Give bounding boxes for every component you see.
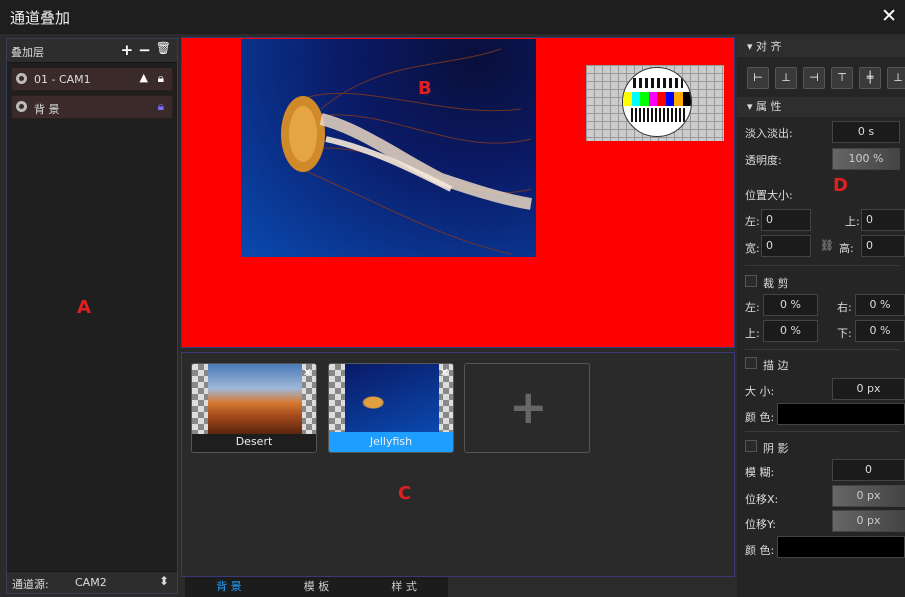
media-caption: Desert [235, 435, 273, 448]
tab-background[interactable]: 背 景 [185, 577, 273, 597]
height-label: 高: [839, 242, 854, 255]
top-label: 上: [845, 215, 860, 228]
layer-label: 01 - CAM1 [34, 73, 91, 86]
blur-label: 模 糊: [745, 466, 775, 479]
tab-template[interactable]: 模 板 [273, 577, 361, 597]
align-bottom-icon[interactable]: ⊥ [887, 67, 905, 89]
width-label: 宽: [745, 242, 760, 255]
offset-y-slider[interactable]: 0 px [832, 510, 905, 532]
align-left-icon[interactable]: ⊢ [747, 67, 769, 89]
fade-input[interactable]: 0 s [832, 121, 900, 143]
offset-x-slider[interactable]: 0 px [832, 485, 905, 507]
crop-label: 裁 剪 [763, 277, 789, 290]
media-item-desert[interactable]: ✕ Desert [191, 363, 317, 453]
stroke-size-input[interactable]: 0 px [832, 378, 905, 400]
media-panel: ✕ Desert ✕ Jellyfish + C [181, 352, 735, 577]
jellyfish-image [241, 39, 536, 257]
close-icon[interactable]: ✕ [881, 5, 897, 27]
close-icon[interactable]: ✕ [440, 366, 449, 379]
layer-item-cam1[interactable]: 01 - CAM1 ▲ 🔒︎ [11, 67, 173, 91]
bottom-tabs: 背 景 模 板 样 式 [185, 577, 448, 597]
channel-source-value[interactable]: CAM2 [75, 576, 107, 589]
annotation-label: C [398, 483, 412, 504]
tab-style[interactable]: 样 式 [360, 577, 448, 597]
add-media-button[interactable]: + [464, 363, 590, 453]
channel-source-bar[interactable]: 通道源: CAM2 ⬍ [7, 571, 177, 593]
shadow-checkbox[interactable] [745, 440, 757, 452]
layers-header: 叠加层 + − 🗑 [7, 39, 177, 63]
align-center-v-icon[interactable]: ╪ [859, 67, 881, 89]
align-top-icon[interactable]: ⊤ [831, 67, 853, 89]
attr-section-header[interactable]: ▾ 属 性 [737, 97, 905, 117]
layers-panel: 叠加层 + − 🗑 01 - CAM1 ▲ 🔒︎ 背 景 🔒︎ A 通道源: C… [6, 38, 178, 594]
crop-left-input[interactable]: 0 % [763, 294, 818, 316]
eye-icon[interactable] [16, 101, 27, 112]
lock-icon[interactable]: 🔒︎ [158, 71, 164, 86]
close-icon[interactable]: ✕ [303, 366, 312, 379]
properties-panel: ▾ 对 齐 ⊢ ⊥ ⊣ ⊤ ╪ ⊥ ▾ 属 性 淡入淡出: 0 s 透明度: 1… [737, 37, 905, 597]
align-right-icon[interactable]: ⊣ [803, 67, 825, 89]
shadow-label: 阴 影 [763, 442, 789, 455]
jellyfish-thumbnail [345, 364, 439, 434]
stroke-size-label: 大 小: [745, 385, 775, 398]
blur-input[interactable]: 0 [832, 459, 905, 481]
preview-canvas[interactable]: B [181, 37, 735, 348]
shadow-color-label: 颜 色: [745, 544, 775, 557]
align-center-h-icon[interactable]: ⊥ [775, 67, 797, 89]
layer-label: 背 景 [34, 103, 60, 116]
spinner-icon[interactable]: ⬍ [159, 574, 169, 588]
offset-x-label: 位移X: [745, 493, 779, 506]
title-bar: 通道叠加 ✕ [0, 0, 905, 34]
top-input[interactable]: 0 [861, 209, 905, 231]
left-input[interactable]: 0 [761, 209, 811, 231]
offset-y-label: 位移Y: [745, 518, 776, 531]
test-card-overlay[interactable] [586, 65, 724, 141]
annotation-label: D [833, 175, 848, 196]
stroke-color-picker[interactable] [777, 403, 905, 425]
lock-icon[interactable]: 🔒︎ [158, 99, 164, 114]
width-input[interactable]: 0 [761, 235, 811, 257]
move-up-icon[interactable]: ▲ [140, 71, 148, 84]
crop-bottom-label: 下: [837, 327, 852, 340]
eye-icon[interactable] [16, 73, 27, 84]
crop-top-input[interactable]: 0 % [763, 320, 818, 342]
layers-title: 叠加层 [11, 46, 44, 59]
crop-top-label: 上: [745, 327, 760, 340]
trash-icon[interactable]: 🗑 [156, 41, 171, 59]
crop-right-label: 右: [837, 301, 852, 314]
annotation-label: A [77, 297, 91, 318]
pos-size-label: 位置大小: [745, 189, 793, 202]
align-section-header[interactable]: ▾ 对 齐 [737, 37, 905, 57]
fade-label: 淡入淡出: [745, 127, 793, 140]
add-layer-icon[interactable]: + [121, 41, 134, 59]
stroke-label: 描 边 [763, 359, 789, 372]
desert-thumbnail [208, 364, 302, 434]
test-card-circle [622, 67, 692, 137]
opacity-slider[interactable]: 100 % [832, 148, 900, 170]
crop-checkbox[interactable] [745, 275, 757, 287]
crop-left-label: 左: [745, 301, 760, 314]
link-aspect-icon[interactable]: ⛓ [820, 235, 834, 257]
height-input[interactable]: 0 [861, 235, 905, 257]
plus-icon: + [509, 380, 548, 434]
align-toolbar: ⊢ ⊥ ⊣ ⊤ ╪ ⊥ [747, 67, 905, 89]
channel-source-label: 通道源: [12, 578, 49, 591]
media-item-jellyfish[interactable]: ✕ Jellyfish [328, 363, 454, 453]
crop-bottom-input[interactable]: 0 % [855, 320, 905, 342]
crop-right-input[interactable]: 0 % [855, 294, 905, 316]
stroke-checkbox[interactable] [745, 357, 757, 369]
left-label: 左: [745, 215, 760, 228]
opacity-label: 透明度: [745, 154, 782, 167]
window-title: 通道叠加 [10, 9, 71, 27]
media-caption: Jellyfish [329, 432, 453, 452]
annotation-label: B [418, 78, 432, 99]
stroke-color-label: 颜 色: [745, 411, 775, 424]
layer-item-background[interactable]: 背 景 🔒︎ [11, 95, 173, 119]
shadow-color-picker[interactable] [777, 536, 905, 558]
remove-layer-icon[interactable]: − [138, 41, 151, 59]
